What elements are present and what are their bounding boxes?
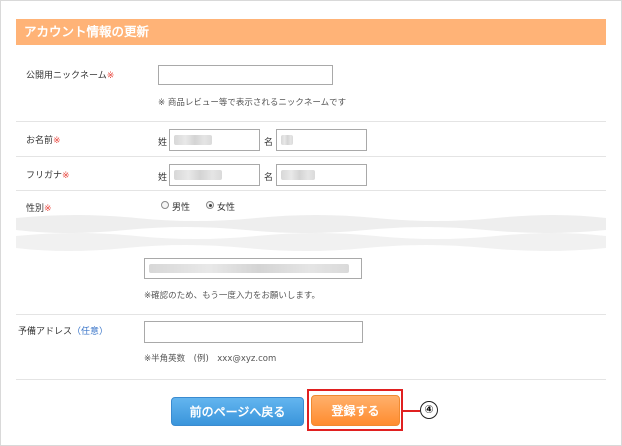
- email-confirm-input[interactable]: [144, 258, 362, 279]
- backup-email-label: 予備アドレス（任意）: [18, 324, 108, 337]
- first-furigana-label: 名: [264, 173, 274, 183]
- row-divider: [16, 190, 606, 191]
- row-divider: [16, 314, 606, 315]
- blurred-value: [174, 135, 212, 145]
- required-mark: ※: [53, 136, 61, 146]
- nickname-label: 公開用ニックネーム※: [26, 68, 114, 81]
- name-label: お名前※: [26, 133, 61, 146]
- last-name-input[interactable]: [169, 129, 260, 151]
- furigana-label-text: フリガナ: [26, 171, 63, 181]
- row-divider: [16, 379, 606, 380]
- required-mark: ※: [62, 171, 70, 181]
- backup-email-input[interactable]: [144, 321, 363, 343]
- row-divider: [16, 156, 606, 157]
- required-mark: ※: [106, 71, 115, 81]
- callout-line: [403, 410, 420, 412]
- callout-number: ④: [420, 401, 438, 419]
- last-furigana-label: 姓: [158, 173, 168, 183]
- last-name-label: 姓: [158, 138, 168, 148]
- blurred-value: [281, 135, 293, 145]
- omitted-section-wave: [16, 215, 606, 251]
- form-container: アカウント情報の更新 公開用ニックネーム※ ※ 商品レビュー等で表示されるニック…: [0, 0, 622, 446]
- first-name-label: 名: [264, 138, 274, 148]
- blurred-value: [174, 170, 222, 180]
- section-header: アカウント情報の更新: [16, 19, 606, 45]
- optional-mark: （任意）: [72, 327, 109, 337]
- backup-email-hint: ※半角英数 (例) xxx@xyz.com: [144, 354, 277, 364]
- furigana-label: フリガナ※: [26, 168, 70, 181]
- nickname-input[interactable]: [158, 65, 333, 85]
- highlight-box: [307, 389, 403, 431]
- nickname-label-text: 公開用ニックネーム: [26, 71, 107, 81]
- first-furigana-input[interactable]: [276, 164, 367, 186]
- nickname-hint: ※ 商品レビュー等で表示されるニックネームです: [158, 98, 347, 108]
- blurred-value: [149, 264, 349, 273]
- row-divider: [16, 121, 606, 122]
- email-confirm-hint: ※確認のため、もう一度入力をお願いします。: [144, 291, 321, 301]
- back-button[interactable]: 前のページへ戻る: [171, 397, 304, 426]
- name-label-text: お名前: [26, 136, 54, 146]
- last-furigana-input[interactable]: [169, 164, 260, 186]
- backup-email-label-text: 予備アドレス: [18, 327, 73, 337]
- blurred-value: [281, 170, 315, 180]
- first-name-input[interactable]: [276, 129, 367, 151]
